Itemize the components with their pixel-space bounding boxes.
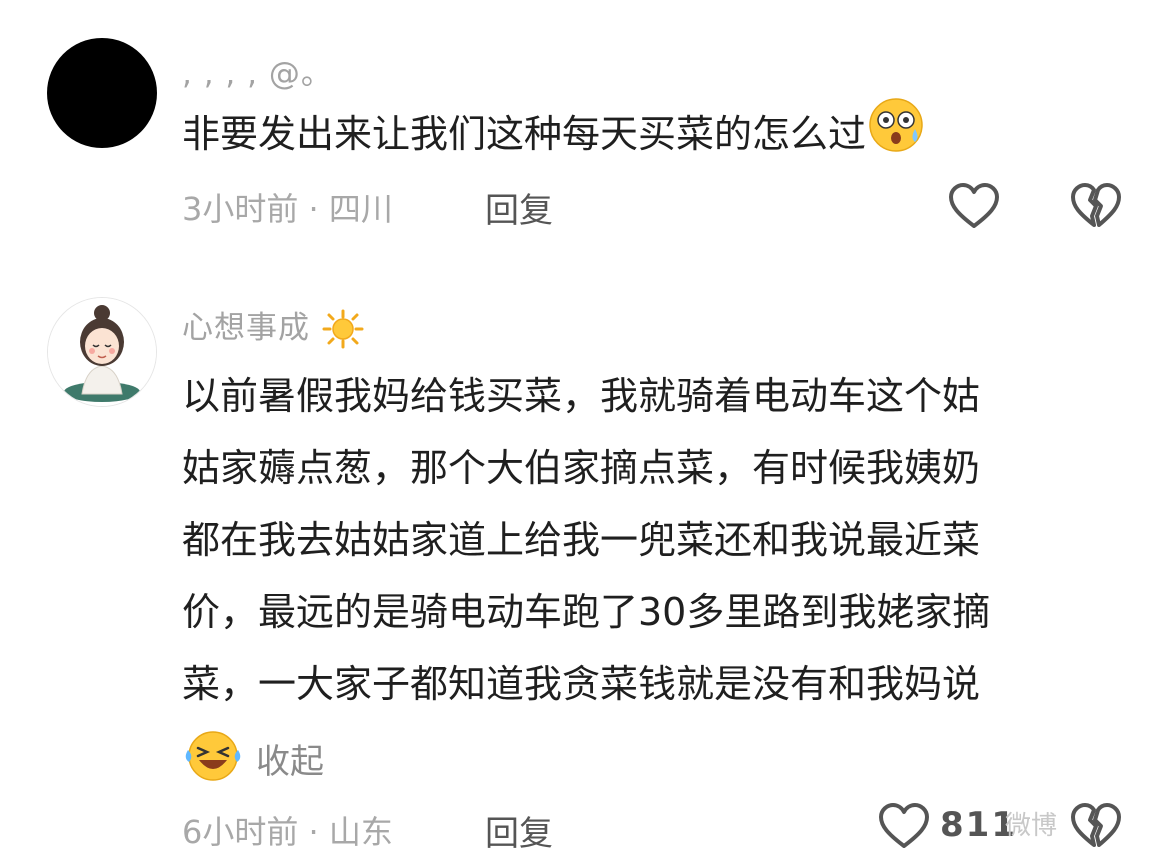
laughing-crying-emoji xyxy=(182,728,244,788)
avatar[interactable] xyxy=(47,38,157,148)
comment-time: 6小时前 xyxy=(182,813,299,851)
comment-username[interactable]: , , , , @。 xyxy=(182,48,333,93)
comment-location: 四川 xyxy=(328,190,393,228)
comment-item: , , , , @。 非要发出来让我们这种每天买菜的怎么过 3小时前 · 四川 … xyxy=(0,0,1170,260)
like-button[interactable] xyxy=(946,180,1002,232)
comment-text-line: 价，最远的是骑电动车跑了30多里路到我姥家摘 xyxy=(182,590,991,634)
collapse-label: 收起 xyxy=(256,741,324,782)
meta-separator: · xyxy=(308,813,319,851)
like-button[interactable] xyxy=(876,800,932,852)
username-text: 心想事成 xyxy=(182,310,310,346)
comment-text-block: 非要发出来让我们这种每天买菜的怎么过 xyxy=(182,96,928,177)
comment-meta: 6小时前 · 山东 xyxy=(182,807,393,853)
comment-location: 山东 xyxy=(328,813,393,851)
comment-text-line: 都在我去姑姑家道上给我一兜菜还和我说最近菜 xyxy=(182,518,981,562)
comment-text: 以前暑假我妈给钱买菜，我就骑着电动车这个姑 姑家薅点葱，那个大伯家摘点菜，有时候… xyxy=(182,360,990,720)
watermark: 微博 xyxy=(1005,811,1058,841)
cartoon-girl-avatar-image xyxy=(48,298,156,406)
dislike-button[interactable] xyxy=(1068,800,1124,852)
comment-text: 非要发出来让我们这种每天买菜的怎么过 xyxy=(182,112,867,156)
comment-username[interactable]: 心想事成 xyxy=(182,302,365,351)
broken-heart-icon xyxy=(1071,803,1121,847)
reply-button[interactable]: 回复 xyxy=(485,806,553,855)
comment-text-line: 菜，一大家子都知道我贪菜钱就是没有和我妈说 xyxy=(182,662,981,706)
surprised-sweat-emoji xyxy=(866,96,928,177)
collapse-toggle[interactable]: 收起 xyxy=(182,730,324,786)
comment-text-line: 姑家薅点葱，那个大伯家摘点菜，有时候我姨奶 xyxy=(182,446,981,490)
sun-emoji xyxy=(321,309,365,351)
heart-outline-icon xyxy=(949,183,999,228)
meta-separator: · xyxy=(308,190,319,228)
comment-text-line: 以前暑假我妈给钱买菜，我就骑着电动车这个姑 xyxy=(182,374,981,418)
comment-time: 3小时前 xyxy=(182,190,299,228)
comment-meta: 3小时前 · 四川 xyxy=(182,184,393,230)
avatar[interactable] xyxy=(47,297,157,407)
comment-item: 心想事成 以前暑假我妈给钱买菜，我就骑着电动车这个姑 姑家薅点葱，那个大伯家摘点… xyxy=(0,260,1170,865)
reply-button[interactable]: 回复 xyxy=(485,183,553,232)
dislike-button[interactable] xyxy=(1068,180,1124,232)
broken-heart-icon xyxy=(1071,183,1121,227)
heart-outline-icon xyxy=(879,803,929,848)
